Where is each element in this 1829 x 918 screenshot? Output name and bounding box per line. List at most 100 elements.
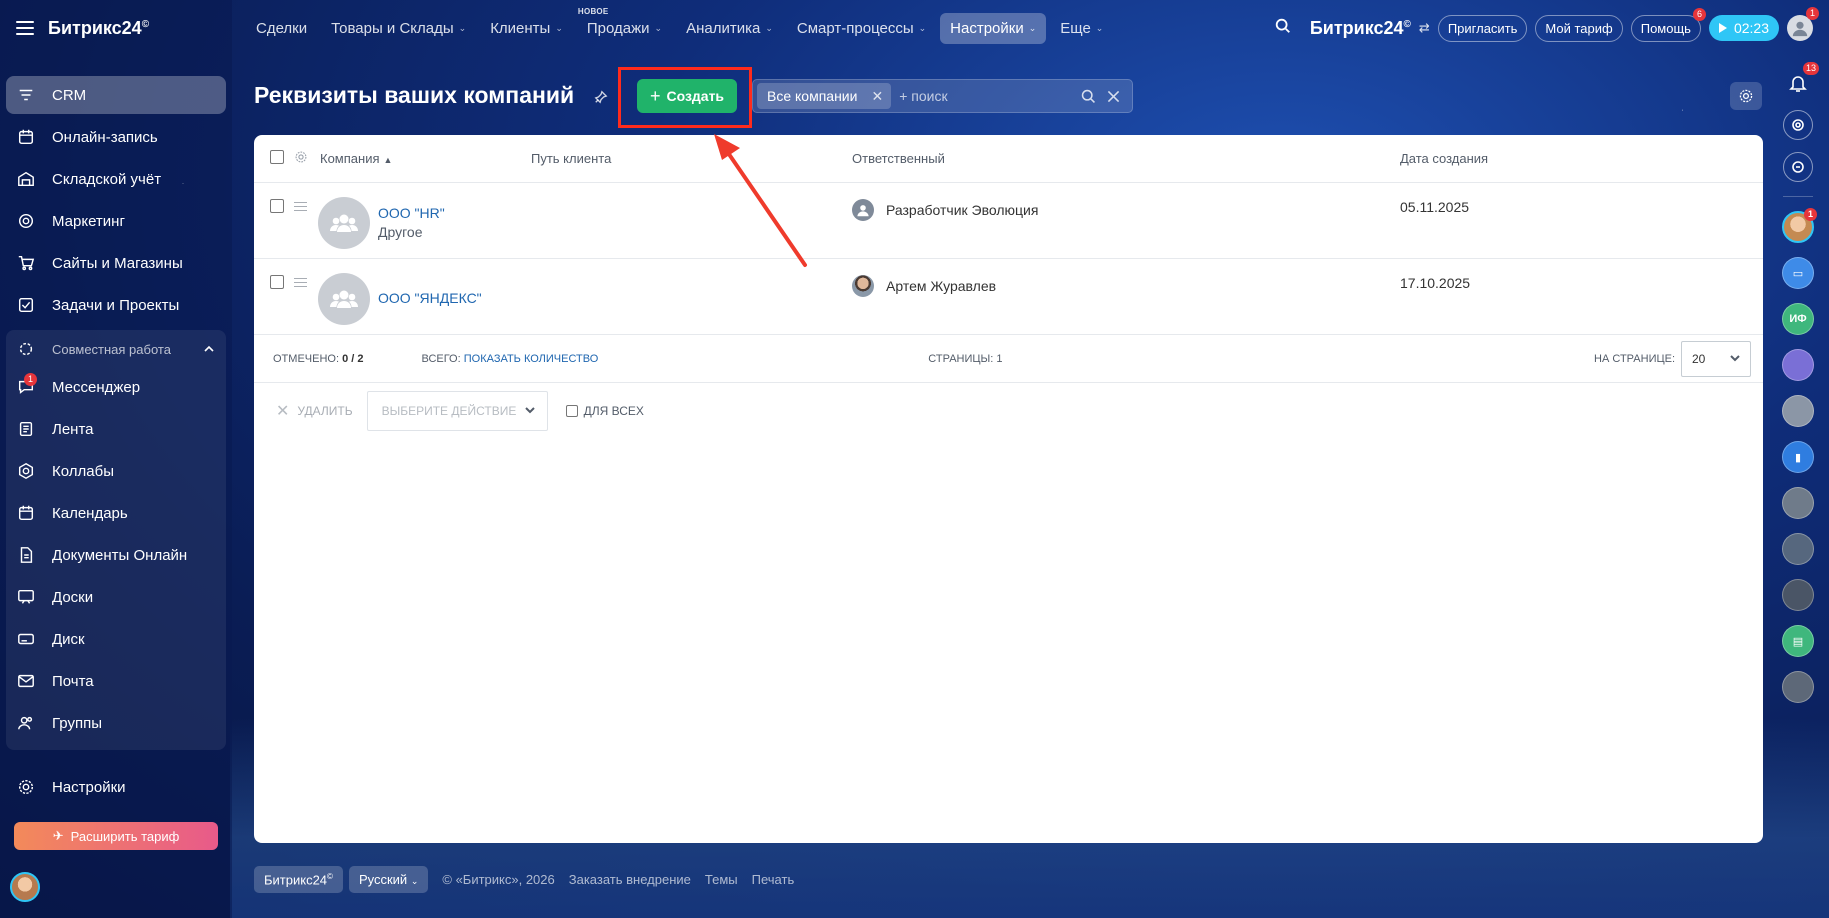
table-row[interactable]: ООО "ЯНДЕКС" Артем Журавлев 17.10.2025 bbox=[254, 259, 1763, 335]
chat-avatar[interactable] bbox=[1782, 487, 1814, 519]
nav-clients[interactable]: Клиенты ⌄ bbox=[480, 13, 573, 44]
column-header-company[interactable]: Компания ▲ bbox=[318, 151, 531, 166]
search-chat-button[interactable] bbox=[1783, 152, 1813, 182]
chat-avatar[interactable]: ▮ bbox=[1782, 441, 1814, 473]
nav-more[interactable]: Еще ⌄ bbox=[1050, 13, 1113, 44]
sidebar-item-marketing[interactable]: Маркетинг bbox=[6, 202, 226, 240]
sidebar-item-warehouse[interactable]: Складской учёт bbox=[6, 160, 226, 198]
list-settings-button[interactable] bbox=[1730, 82, 1762, 110]
delete-label: УДАЛИТЬ bbox=[297, 404, 353, 418]
invite-button[interactable]: Пригласить bbox=[1437, 14, 1528, 42]
print-link[interactable]: Печать bbox=[752, 872, 795, 887]
brand-logo[interactable]: Битрикс24© bbox=[1310, 18, 1411, 39]
copilot-button[interactable] bbox=[1783, 110, 1813, 140]
nav-sales[interactable]: НОВОЕ Продажи ⌄ bbox=[577, 7, 672, 44]
upgrade-tariff-button[interactable]: ✈ Расширить тариф bbox=[14, 822, 218, 850]
select-all-checkbox[interactable] bbox=[270, 150, 284, 164]
company-name-link[interactable]: ООО "ЯНДЕКС" bbox=[378, 290, 482, 306]
themes-link[interactable]: Темы bbox=[705, 872, 738, 887]
upgrade-tariff-label: Расширить тариф bbox=[70, 828, 180, 844]
menu-burger-icon[interactable] bbox=[16, 21, 34, 35]
search-icon[interactable] bbox=[1080, 88, 1097, 105]
delete-button[interactable]: ✕ УДАЛИТЬ bbox=[276, 401, 353, 421]
footer-brand[interactable]: Битрикс24© bbox=[254, 866, 343, 894]
funnel-icon bbox=[16, 85, 36, 105]
nav-label: Товары и Склады bbox=[331, 19, 454, 37]
chat-avatar[interactable] bbox=[1782, 349, 1814, 381]
action-select[interactable]: ВЫБЕРИТЕ ДЕЙСТВИЕ bbox=[366, 391, 548, 431]
logo[interactable]: Битрикс24© bbox=[48, 18, 149, 39]
nav-settings[interactable]: Настройки ⌄ bbox=[940, 12, 1047, 44]
sidebar-item-groups[interactable]: Группы bbox=[6, 704, 226, 742]
sidebar-item-documents[interactable]: Документы Онлайн bbox=[6, 536, 226, 574]
per-page-select[interactable]: 20 bbox=[1681, 340, 1751, 377]
search-icon[interactable] bbox=[1274, 17, 1292, 40]
drag-handle-icon[interactable] bbox=[294, 202, 307, 211]
sidebar-item-boards[interactable]: Доски bbox=[6, 578, 226, 616]
chat-avatar[interactable] bbox=[1782, 395, 1814, 427]
pin-icon[interactable] bbox=[594, 90, 608, 109]
sidebar-item-collabs[interactable]: Коллабы bbox=[6, 452, 226, 490]
my-tariff-button[interactable]: Мой тариф bbox=[1535, 14, 1623, 42]
responsible-name[interactable]: Разработчик Эволюция bbox=[886, 202, 1038, 218]
company-cell: ООО "HR" Другое bbox=[318, 197, 852, 249]
chat-avatar[interactable]: ▭ bbox=[1782, 257, 1814, 289]
create-button[interactable]: + Создать bbox=[637, 79, 737, 113]
user-avatar[interactable] bbox=[10, 872, 40, 902]
filter-tag-all-companies[interactable]: Все компании ✕ bbox=[757, 83, 892, 109]
profile-avatar[interactable]: 1 bbox=[1787, 7, 1819, 41]
workday-timer-button[interactable]: 02:23 bbox=[1708, 15, 1779, 41]
nav-smart-processes[interactable]: Смарт-процессы ⌄ bbox=[787, 13, 936, 44]
row-checkbox-cell bbox=[254, 275, 294, 294]
nav-products[interactable]: Товары и Склады ⌄ bbox=[321, 13, 476, 44]
table-row[interactable]: ООО "HR" Другое Разработчик Эволюция 05.… bbox=[254, 183, 1763, 259]
filter-actions bbox=[1072, 88, 1132, 105]
clear-icon[interactable] bbox=[1105, 88, 1122, 105]
sidebar-item-online-booking[interactable]: Онлайн-запись bbox=[6, 118, 226, 156]
help-button[interactable]: Помощь 6 bbox=[1630, 7, 1706, 42]
sidebar-item-messenger[interactable]: 1 Мессенджер bbox=[6, 368, 226, 406]
sidebar-item-feed[interactable]: Лента bbox=[6, 410, 226, 448]
chevron-down-icon: ⌄ bbox=[918, 22, 927, 33]
sidebar-item-sites[interactable]: Сайты и Магазины bbox=[6, 244, 226, 282]
sidebar-item-calendar[interactable]: Календарь bbox=[6, 494, 226, 532]
row-checkbox[interactable] bbox=[270, 199, 284, 213]
language-select[interactable]: Русский ⌄ bbox=[348, 866, 429, 894]
sidebar-item-label: Документы Онлайн bbox=[52, 546, 188, 564]
row-checkbox[interactable] bbox=[270, 275, 284, 289]
nav-label: Смарт-процессы bbox=[796, 19, 914, 37]
company-name-link[interactable]: ООО "HR" bbox=[378, 205, 445, 221]
responsible-name[interactable]: Артем Журавлев bbox=[886, 278, 996, 294]
nav-analytics[interactable]: Аналитика ⌄ bbox=[676, 13, 783, 44]
chat-avatar[interactable] bbox=[1782, 533, 1814, 565]
column-settings[interactable] bbox=[294, 150, 318, 167]
checkbox-icon bbox=[16, 295, 36, 315]
collaboration-group-header[interactable]: Совместная работа bbox=[6, 330, 226, 368]
sidebar-item-crm[interactable]: CRM bbox=[6, 76, 226, 114]
chat-avatar[interactable] bbox=[1782, 579, 1814, 611]
notifications-button[interactable]: 13 bbox=[1783, 62, 1819, 98]
settings-sliders-icon[interactable]: ⇄ bbox=[1419, 20, 1430, 36]
nav-label: Еще bbox=[1060, 19, 1091, 37]
for-all-toggle[interactable]: ДЛЯ ВСЕХ bbox=[565, 404, 644, 418]
order-implementation-link[interactable]: Заказать внедрение bbox=[569, 872, 691, 887]
chat-avatar[interactable]: ▤ bbox=[1782, 625, 1814, 657]
chat-avatar[interactable] bbox=[1782, 671, 1814, 703]
column-header-date[interactable]: Дата создания bbox=[1400, 151, 1700, 166]
nav-deals[interactable]: Сделки bbox=[246, 13, 317, 44]
bell-icon bbox=[1789, 76, 1807, 92]
for-all-checkbox[interactable] bbox=[565, 405, 578, 417]
close-icon[interactable]: ✕ bbox=[871, 88, 883, 105]
sidebar-item-settings[interactable]: Настройки bbox=[6, 768, 226, 806]
column-header-responsible[interactable]: Ответственный bbox=[852, 151, 1400, 166]
sidebar-item-disk[interactable]: Диск bbox=[6, 620, 226, 658]
drag-handle-icon[interactable] bbox=[294, 278, 307, 287]
filter-search-bar[interactable]: Все компании ✕ + поиск bbox=[752, 79, 1133, 113]
show-count-link[interactable]: ПОКАЗАТЬ КОЛИЧЕСТВО bbox=[464, 353, 599, 365]
chat-avatar[interactable]: ИФ bbox=[1782, 303, 1814, 335]
column-header-path[interactable]: Путь клиента bbox=[531, 151, 852, 166]
search-input[interactable]: + поиск bbox=[899, 88, 947, 104]
sidebar-item-tasks[interactable]: Задачи и Проекты bbox=[6, 286, 226, 324]
sidebar-item-mail[interactable]: Почта bbox=[6, 662, 226, 700]
chat-avatar[interactable]: 1 bbox=[1782, 208, 1817, 243]
